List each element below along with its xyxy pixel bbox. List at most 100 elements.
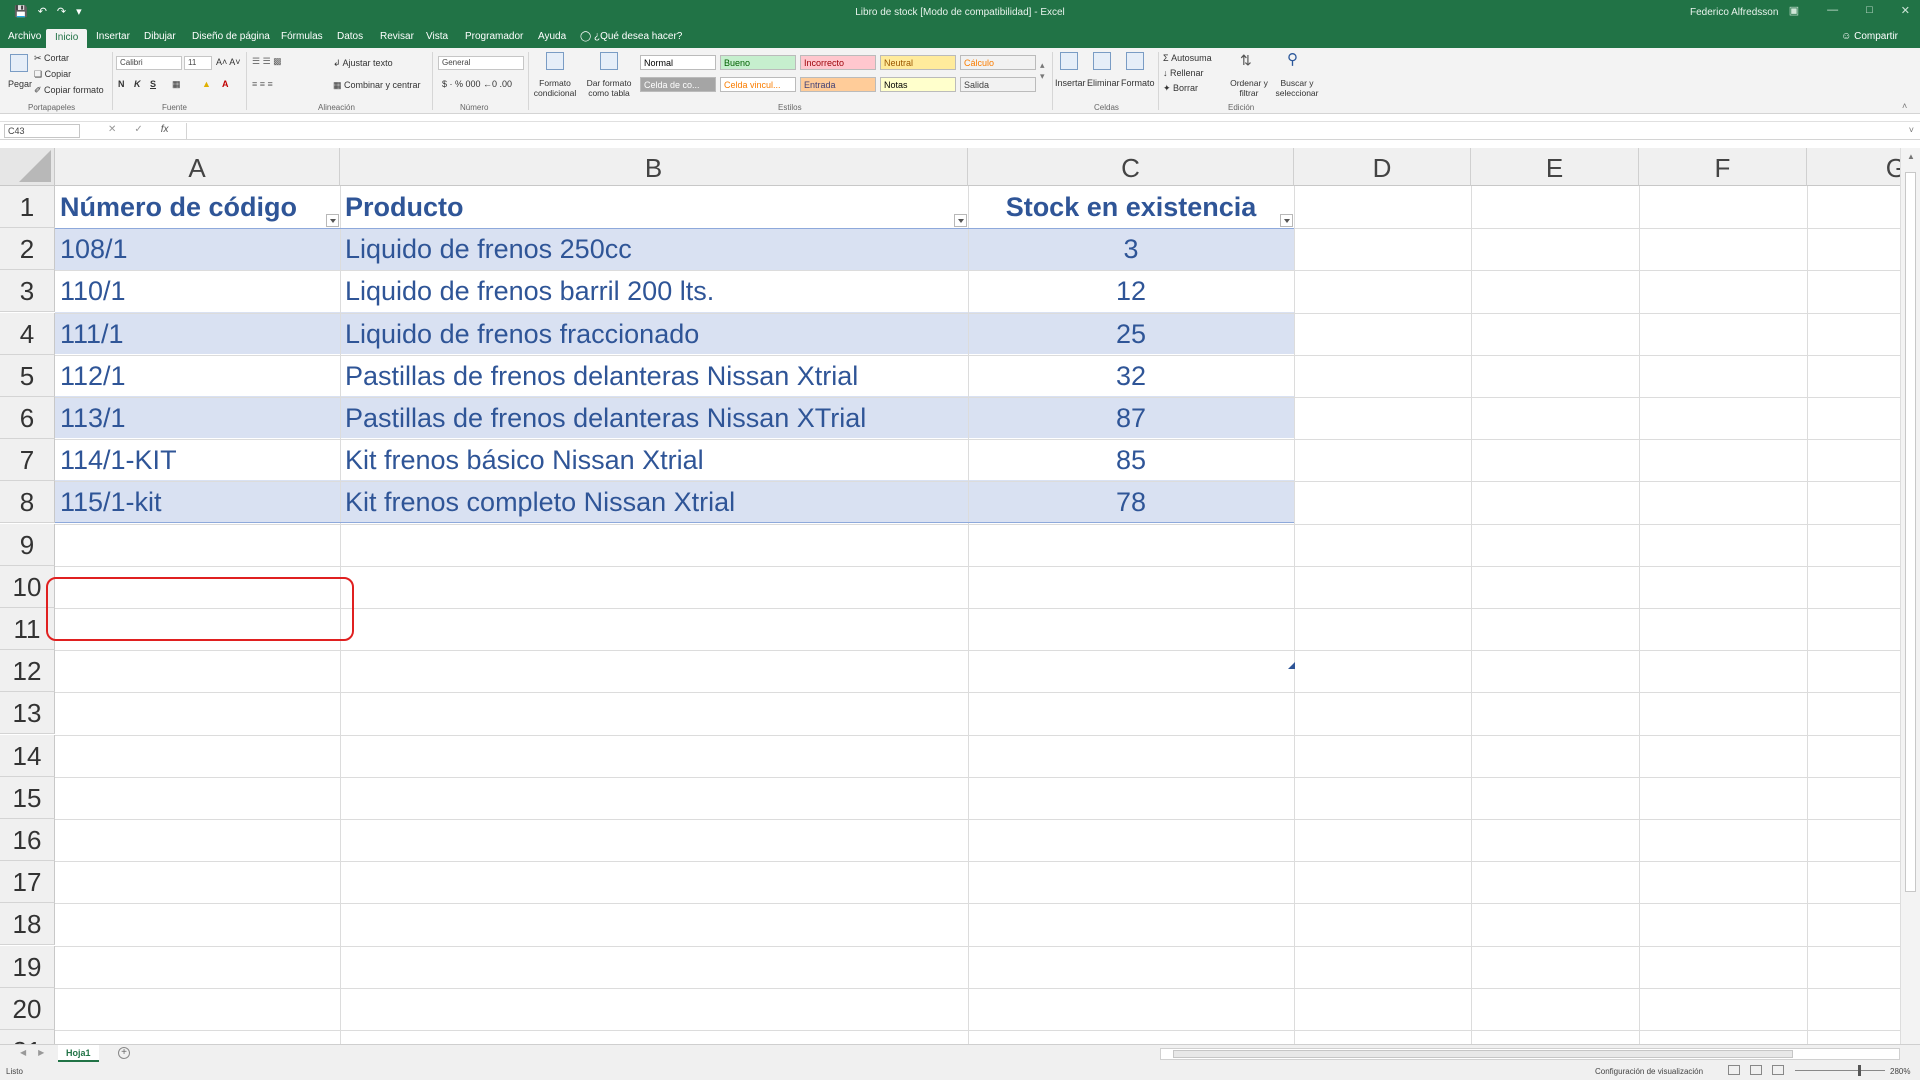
row-header-18[interactable]: 18 [0, 903, 55, 946]
paste-button[interactable]: Pegar [8, 79, 32, 89]
zoom-level[interactable]: 280% [1890, 1067, 1910, 1076]
style-notas[interactable]: Notas [880, 77, 956, 92]
horizontal-scrollbar[interactable] [1160, 1048, 1900, 1060]
row-header-6[interactable]: 6 [0, 397, 55, 439]
add-sheet-icon[interactable]: + [118, 1047, 130, 1059]
code-cell[interactable]: 114/1-KIT [60, 439, 177, 481]
stock-cell[interactable]: 3 [968, 228, 1294, 270]
stock-cell[interactable]: 78 [968, 481, 1294, 523]
stock-cell[interactable]: 32 [968, 355, 1294, 397]
font-size-select[interactable]: 11 [184, 56, 212, 70]
product-cell[interactable]: Kit frenos básico Nissan Xtrial [345, 439, 704, 481]
styles-more-icon[interactable]: ▴ ▾ [1040, 60, 1045, 82]
align-top-icon[interactable]: ☰ ☰ ▩ [252, 56, 282, 67]
conditional-format-icon[interactable] [546, 52, 564, 70]
enter-icon[interactable]: ✓ [134, 124, 142, 135]
expand-formula-icon[interactable]: ˅ [1909, 125, 1914, 135]
style-neutral[interactable]: Neutral [880, 55, 956, 70]
format-as-table-icon[interactable] [600, 52, 618, 70]
row-header-16[interactable]: 16 [0, 819, 55, 861]
tab-diseno-pagina[interactable]: Diseño de página [192, 31, 270, 42]
style-celda-vinculada[interactable]: Celda vincul... [720, 77, 796, 92]
column-header-f[interactable]: F [1639, 148, 1807, 186]
row-header-1[interactable]: 1 [0, 186, 55, 228]
format-cells-button[interactable]: Formato [1121, 78, 1155, 88]
code-cell[interactable]: 112/1 [60, 355, 126, 397]
sort-filter-icon[interactable]: ⇅ [1240, 52, 1252, 69]
tab-ayuda[interactable]: Ayuda [538, 31, 566, 42]
row-header-13[interactable]: 13 [0, 692, 55, 735]
sort-filter-button[interactable]: Ordenar y filtrar [1226, 78, 1272, 98]
search-icon[interactable]: ⚲ [1287, 50, 1298, 68]
page-layout-view-icon[interactable] [1750, 1065, 1762, 1075]
vertical-scroll-thumb[interactable] [1905, 172, 1916, 892]
name-box[interactable]: C43 [4, 124, 80, 138]
code-cell[interactable]: 113/1 [60, 397, 126, 439]
formula-input[interactable] [186, 123, 1906, 139]
product-cell[interactable]: Liquido de frenos 250cc [345, 228, 632, 270]
prev-sheet-icon[interactable]: ◀ [20, 1048, 26, 1057]
share-button[interactable]: ☺ Compartir [1841, 31, 1898, 42]
tab-revisar[interactable]: Revisar [380, 31, 414, 42]
delete-cells-button[interactable]: Eliminar [1087, 78, 1120, 88]
row-header-7[interactable]: 7 [0, 439, 55, 482]
style-calculo[interactable]: Cálculo [960, 55, 1036, 70]
tab-dibujar[interactable]: Dibujar [144, 31, 176, 42]
italic-button[interactable]: K [134, 79, 141, 89]
tab-inicio[interactable]: Inicio [46, 29, 88, 48]
display-settings-button[interactable]: Configuración de visualización [1595, 1067, 1703, 1076]
header-cell-codigo[interactable]: Número de código [60, 186, 297, 228]
find-select-button[interactable]: Buscar y seleccionar [1270, 78, 1324, 98]
row-header-3[interactable]: 3 [0, 270, 55, 313]
paste-icon[interactable] [10, 54, 28, 72]
stock-cell[interactable]: 12 [968, 270, 1294, 312]
column-header-d[interactable]: D [1294, 148, 1471, 186]
font-name-select[interactable]: Calibri [116, 56, 182, 70]
row-header-20[interactable]: 20 [0, 987, 55, 1030]
vertical-scrollbar[interactable]: ▲ [1900, 148, 1920, 1044]
fill-color-icon[interactable]: ▲ [202, 79, 211, 89]
column-header-c[interactable]: C [968, 148, 1294, 186]
normal-view-icon[interactable] [1728, 1065, 1740, 1075]
cut-button[interactable]: ✂ Cortar [34, 53, 69, 64]
style-salida[interactable]: Salida [960, 77, 1036, 92]
cancel-icon[interactable]: ✕ [108, 124, 116, 135]
zoom-slider[interactable] [1795, 1070, 1885, 1071]
page-break-view-icon[interactable] [1772, 1065, 1784, 1075]
row-header-17[interactable]: 17 [0, 861, 55, 904]
row-header-19[interactable]: 19 [0, 945, 55, 988]
code-cell[interactable]: 110/1 [60, 270, 126, 312]
filter-dropdown-stock[interactable] [1280, 214, 1293, 227]
insert-cells-button[interactable]: Insertar [1055, 78, 1086, 88]
maximize-icon[interactable]: □ [1866, 4, 1873, 17]
product-cell[interactable]: Liquido de frenos fraccionado [345, 313, 699, 355]
row-header-8[interactable]: 8 [0, 481, 55, 524]
style-celda-comprobacion[interactable]: Celda de co... [640, 77, 716, 92]
currency-icon[interactable]: $ · % 000 ←0 .00 [442, 79, 512, 89]
stock-cell[interactable]: 85 [968, 439, 1294, 481]
wrap-text-button[interactable]: ↲ Ajustar texto [333, 58, 393, 69]
tab-insertar[interactable]: Insertar [96, 31, 130, 42]
product-cell[interactable]: Kit frenos completo Nissan Xtrial [345, 481, 735, 523]
collapse-ribbon-icon[interactable]: ˄ [1902, 101, 1907, 111]
sheet-tab-hoja1[interactable]: Hoja1 [58, 1045, 99, 1062]
worksheet-grid[interactable]: A B C D E F G 1 2 3 4 5 6 7 8 9 10 11 12 13 14 15 16 17 1… [0, 148, 1900, 1044]
row-header-4[interactable]: 4 [0, 312, 55, 355]
copy-button[interactable]: ❏ Copiar [34, 69, 71, 80]
format-as-table-button[interactable]: Dar formato como tabla [582, 78, 636, 98]
close-icon[interactable]: ✕ [1901, 4, 1910, 17]
filter-dropdown-producto[interactable] [954, 214, 967, 227]
insert-cells-icon[interactable] [1060, 52, 1078, 70]
user-name[interactable]: Federico Alfredsson [1690, 7, 1778, 18]
style-bueno[interactable]: Bueno [720, 55, 796, 70]
tab-archivo[interactable]: Archivo [8, 31, 41, 42]
borders-icon[interactable]: ▦ [172, 79, 181, 90]
header-cell-stock[interactable]: Stock en existencia [968, 186, 1294, 228]
tab-vista[interactable]: Vista [426, 31, 448, 42]
row-header-12[interactable]: 12 [0, 650, 55, 693]
row-header-15[interactable]: 15 [0, 776, 55, 819]
insert-function-button[interactable]: fx [161, 124, 169, 135]
row-header-9[interactable]: 9 [0, 523, 55, 566]
zoom-slider-knob[interactable] [1858, 1065, 1861, 1076]
style-entrada[interactable]: Entrada [800, 77, 876, 92]
